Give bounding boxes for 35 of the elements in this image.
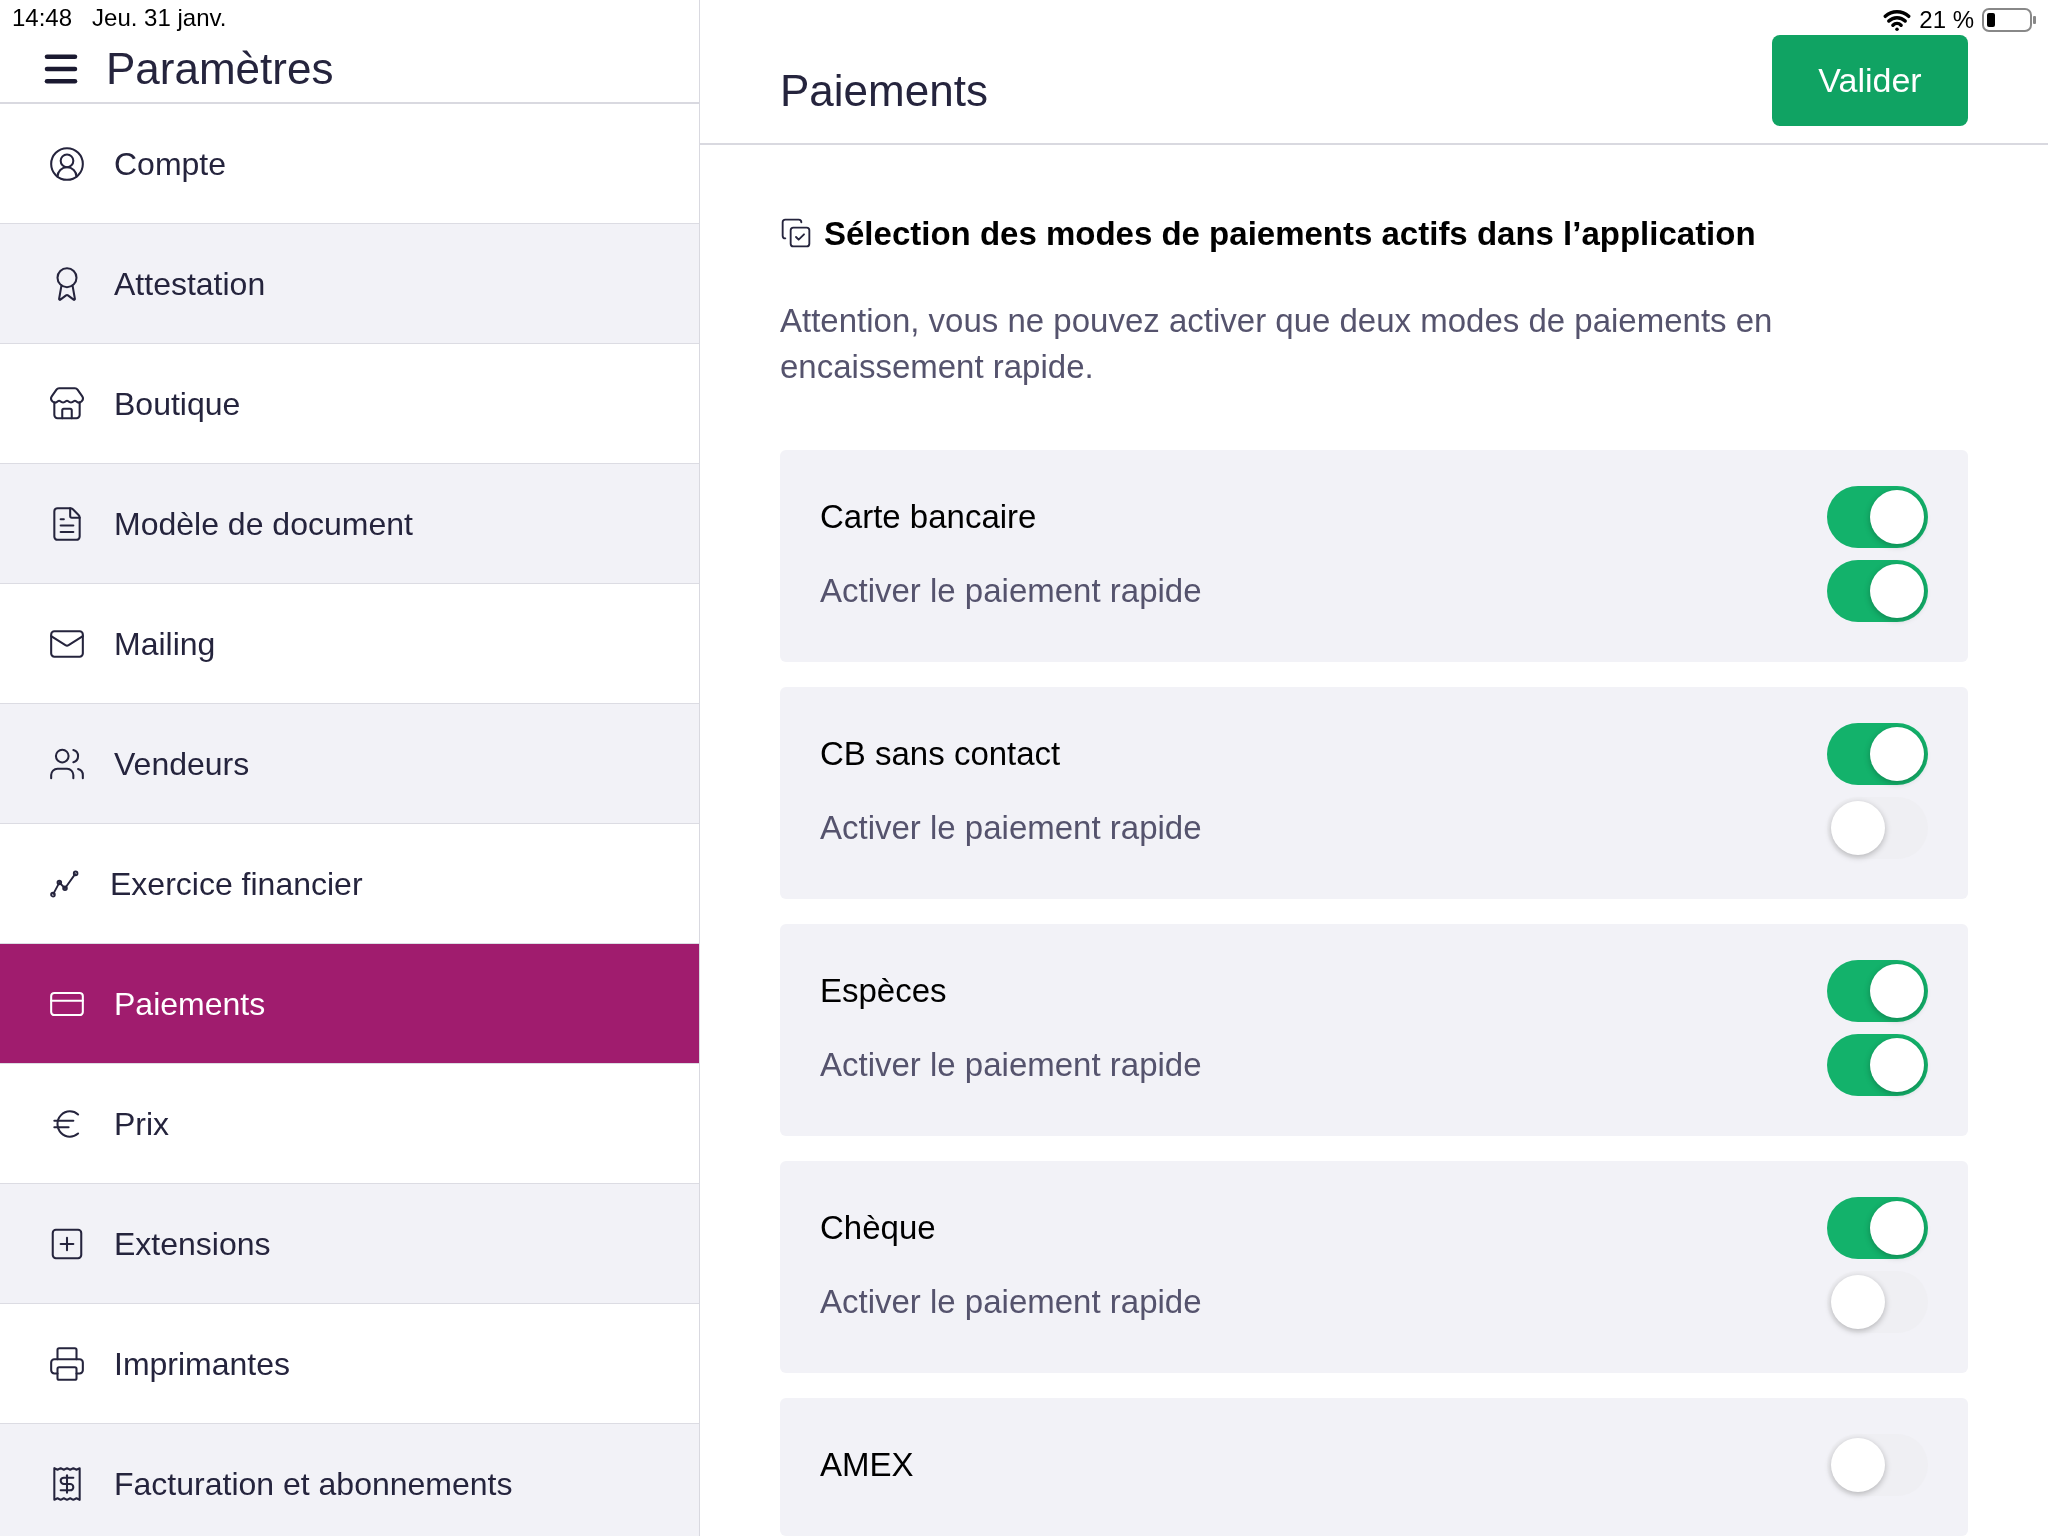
notice-text: Attention, vous ne pouvez activer que deux modes de paiements en encaissement rapide. xyxy=(780,301,1774,387)
battery-percent: 21 % xyxy=(1919,4,1974,35)
toggle-switch[interactable] xyxy=(1827,486,1928,548)
user-icon xyxy=(48,144,86,183)
battery-icon xyxy=(1982,6,2036,33)
quick-pay-label: Activer le paiement rapide xyxy=(820,808,1202,849)
payment-method-name: CB sans contact xyxy=(820,734,1061,775)
section-title: Sélection des modes de paiements actifs dans l’application xyxy=(824,213,1756,254)
sidebar-item[interactable]: Extensions xyxy=(0,1184,699,1304)
quick-pay-label: Activer le paiement rapide xyxy=(820,571,1202,612)
toggle-switch[interactable] xyxy=(1827,797,1928,859)
toggle-switch[interactable] xyxy=(1827,560,1928,622)
quick-pay-label: Activer le paiement rapide xyxy=(820,1045,1202,1086)
checklist-icon xyxy=(780,217,812,250)
toggle-switch[interactable] xyxy=(1827,960,1928,1022)
payment-method-name: Chèque xyxy=(820,1208,936,1249)
status-date: Jeu. 31 janv. xyxy=(92,3,227,33)
payment-method-name: Carte bancaire xyxy=(820,497,1037,538)
sidebar-item[interactable]: Modèle de document xyxy=(0,464,699,584)
toggle-switch[interactable] xyxy=(1827,1271,1928,1333)
sidebar-title: Paramètres xyxy=(106,43,334,95)
page-title: Paiements xyxy=(780,64,988,117)
toggle-switch[interactable] xyxy=(1827,1034,1928,1096)
toggle-switch[interactable] xyxy=(1827,1197,1928,1259)
payment-method-name: AMEX xyxy=(820,1445,914,1486)
quick-pay-label: Activer le paiement rapide xyxy=(820,1282,1202,1323)
sidebar-item[interactable]: Facturation et abonnements xyxy=(0,1424,699,1536)
printer-icon xyxy=(48,1344,86,1383)
sidebar-item[interactable]: Vendeurs xyxy=(0,704,699,824)
status-time: 14:48 xyxy=(12,3,73,33)
sidebar-item[interactable]: Attestation xyxy=(0,224,699,344)
sidebar-item[interactable]: Paiements xyxy=(0,944,699,1064)
toggle-switch[interactable] xyxy=(1827,723,1928,785)
toggle-switch[interactable] xyxy=(1827,1434,1928,1496)
payment-method-name: Espèces xyxy=(820,971,947,1012)
